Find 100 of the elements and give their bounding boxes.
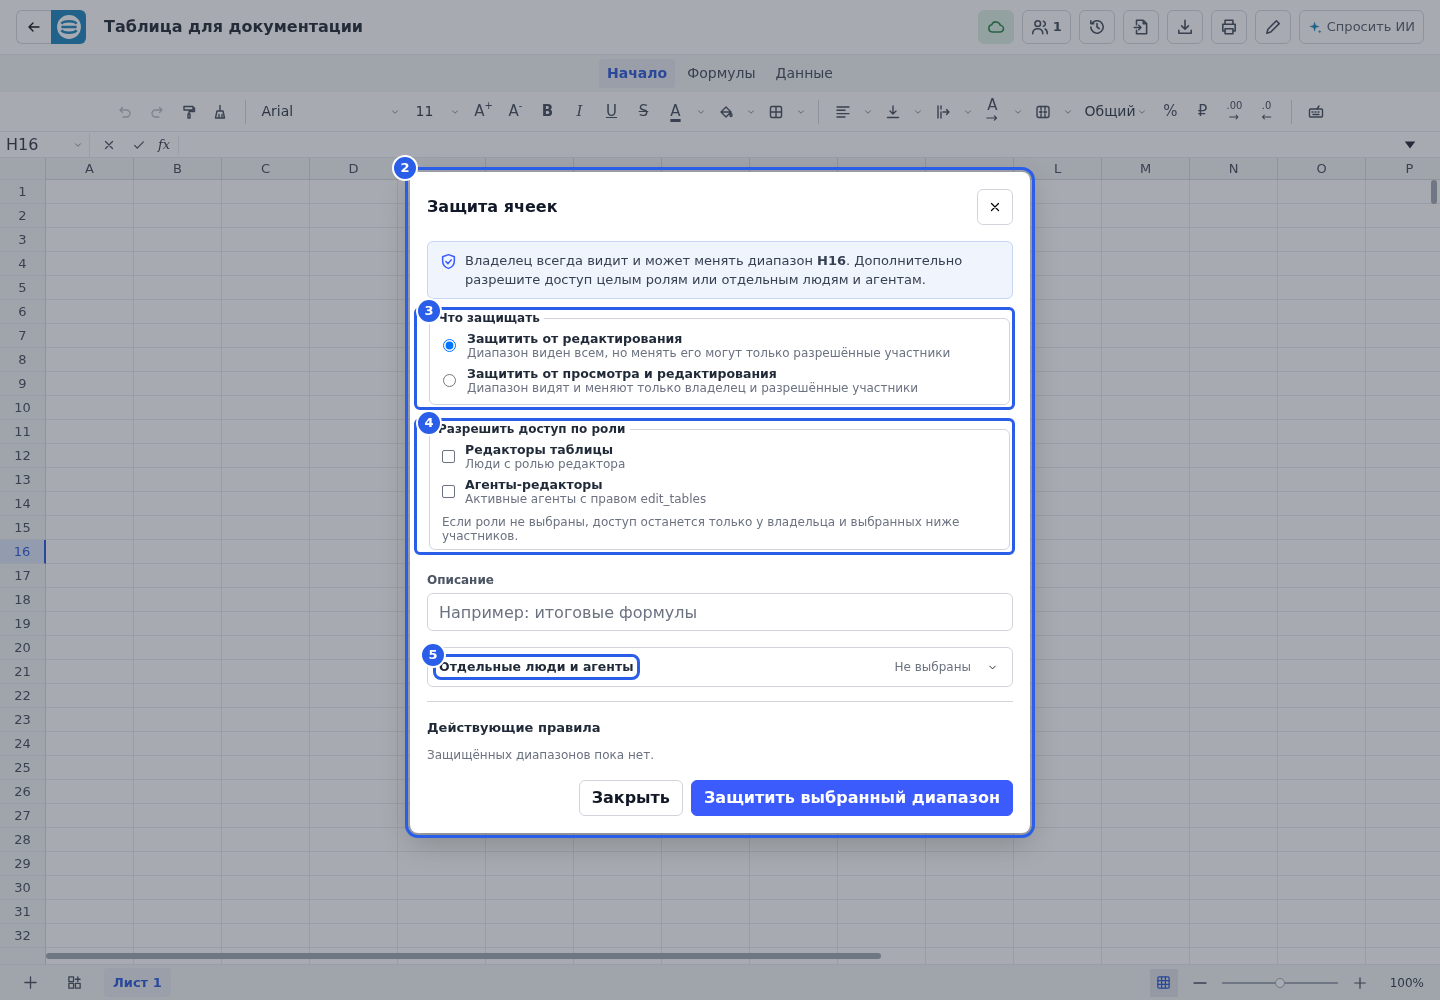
vertical-scrollbar[interactable] (1431, 180, 1437, 204)
row-header[interactable]: 28 (0, 828, 46, 852)
font-size-select[interactable]: 11 (409, 97, 466, 126)
merge-cells-icon (1034, 103, 1051, 120)
column-header[interactable]: O (1278, 158, 1366, 180)
back-button[interactable] (16, 10, 51, 44)
option-description: Диапазон видят и меняют только владелец и разрешённые участники (467, 381, 919, 395)
column-header[interactable]: M (1102, 158, 1190, 180)
grid-view-button[interactable] (1149, 968, 1178, 997)
row-header[interactable]: 6 (0, 300, 46, 324)
row-header[interactable]: 25 (0, 756, 46, 780)
download-button[interactable] (1166, 10, 1203, 44)
column-header[interactable]: N (1190, 158, 1278, 180)
option-description: Диапазон виден всем, но менять его могут только разрешённые участники (467, 346, 951, 360)
column-header[interactable]: B (134, 158, 222, 180)
row-header[interactable]: 23 (0, 708, 46, 732)
checkbox[interactable] (442, 450, 455, 463)
row-header[interactable]: 20 (0, 636, 46, 660)
decrease-font-size-button[interactable]: A$^{-}$ (501, 97, 530, 126)
row-header[interactable]: 24 (0, 732, 46, 756)
menu-tab[interactable]: Формулы (679, 59, 764, 88)
radio-button[interactable] (443, 374, 456, 387)
row-header[interactable]: 2 (0, 204, 46, 228)
row-header[interactable]: 27 (0, 804, 46, 828)
row-header[interactable]: 10 (0, 396, 46, 420)
column-header[interactable]: C (222, 158, 310, 180)
checkbox[interactable] (442, 485, 455, 498)
row-header[interactable]: 16 (0, 540, 46, 564)
collaborators-button[interactable]: 1 (1021, 10, 1071, 44)
dialog-title: Защита ячеек (427, 196, 558, 218)
currency-format-button[interactable]: ₽ (1188, 97, 1217, 126)
cloud-icon (986, 18, 1005, 36)
row-header[interactable]: 11 (0, 420, 46, 444)
row-header[interactable]: 7 (0, 324, 46, 348)
row-header[interactable]: 13 (0, 468, 46, 492)
function-label: fx (158, 134, 180, 155)
sheet-tab[interactable]: Лист 1 (104, 967, 171, 998)
horizontal-scrollbar[interactable] (46, 953, 881, 959)
row-header[interactable]: 3 (0, 228, 46, 252)
row-header[interactable]: 32 (0, 924, 46, 948)
row-header[interactable]: 14 (0, 492, 46, 516)
row-header[interactable]: 31 (0, 900, 46, 924)
increase-decimal-button[interactable]: .00 (1220, 97, 1249, 126)
plus-icon (22, 975, 38, 990)
borders-icon (767, 103, 784, 120)
strikethrough-button[interactable]: S (629, 97, 658, 126)
cell-reference-field[interactable]: H16 (0, 132, 90, 157)
column-header[interactable]: P (1366, 158, 1440, 180)
import-button[interactable] (1122, 10, 1159, 44)
column-header[interactable]: L (1014, 158, 1102, 180)
italic-button[interactable]: I (565, 97, 594, 126)
field-label: Описание (427, 572, 495, 589)
option-title: Редакторы таблицы (465, 442, 614, 457)
row-header[interactable]: 29 (0, 852, 46, 876)
underline-button[interactable]: U (597, 97, 626, 126)
bold-button[interactable]: B (533, 97, 562, 126)
history-button[interactable] (1078, 10, 1115, 44)
sync-status-button[interactable] (977, 10, 1014, 44)
row-header[interactable]: 12 (0, 444, 46, 468)
row-header[interactable]: 8 (0, 348, 46, 372)
row-header[interactable]: 15 (0, 516, 46, 540)
zoom-slider-thumb[interactable] (1274, 977, 1285, 988)
row-header[interactable]: 5 (0, 276, 46, 300)
keyboard-icon (1307, 103, 1324, 120)
pencil-icon (1263, 18, 1282, 36)
row-header[interactable]: 22 (0, 684, 46, 708)
row-header[interactable]: 4 (0, 252, 46, 276)
menu-tab[interactable]: Начало (599, 59, 676, 88)
percent-format-button[interactable]: % (1156, 97, 1185, 126)
ask-ai-button[interactable]: Спросить ИИ (1298, 10, 1424, 44)
row-header[interactable]: 18 (0, 588, 46, 612)
option-title: Защитить от просмотра и редактирования (467, 366, 778, 381)
number-format-select[interactable]: Общий (1078, 97, 1153, 126)
sheets-icon (66, 975, 82, 990)
description-input[interactable]: Например: итоговые формулы (427, 593, 1013, 631)
close-button[interactable] (977, 189, 1013, 225)
zoom-level-text: 100% (1389, 974, 1424, 992)
edit-button[interactable] (1254, 10, 1291, 44)
column-header[interactable]: A (46, 158, 134, 180)
protect-range-button[interactable]: Защитить выбранный диапазон (691, 779, 1013, 816)
row-header[interactable]: 26 (0, 780, 46, 804)
menu-tab[interactable]: Данные (767, 59, 841, 88)
radio-button[interactable] (443, 339, 456, 352)
users-icon (1030, 18, 1049, 36)
row-header[interactable]: 21 (0, 660, 46, 684)
text-rotation-button[interactable]: A (978, 97, 1007, 126)
option-title: Защитить от редактирования (467, 331, 684, 346)
row-header[interactable]: 1 (0, 180, 46, 204)
row-header[interactable]: 17 (0, 564, 46, 588)
row-header[interactable]: 30 (0, 876, 46, 900)
increase-font-size-button[interactable]: A$^{+}$ (469, 97, 498, 126)
close-dialog-button[interactable]: Закрыть (578, 779, 683, 816)
decrease-decimal-button[interactable]: .0 (1252, 97, 1281, 126)
column-header[interactable]: D (310, 158, 398, 180)
row-header[interactable]: 19 (0, 612, 46, 636)
select-value: Не выбраны (894, 659, 971, 676)
row-header[interactable]: 9 (0, 372, 46, 396)
text-color-button[interactable]: A (661, 97, 690, 126)
print-button[interactable] (1210, 10, 1247, 44)
font-family-select[interactable]: Arial (255, 97, 406, 126)
